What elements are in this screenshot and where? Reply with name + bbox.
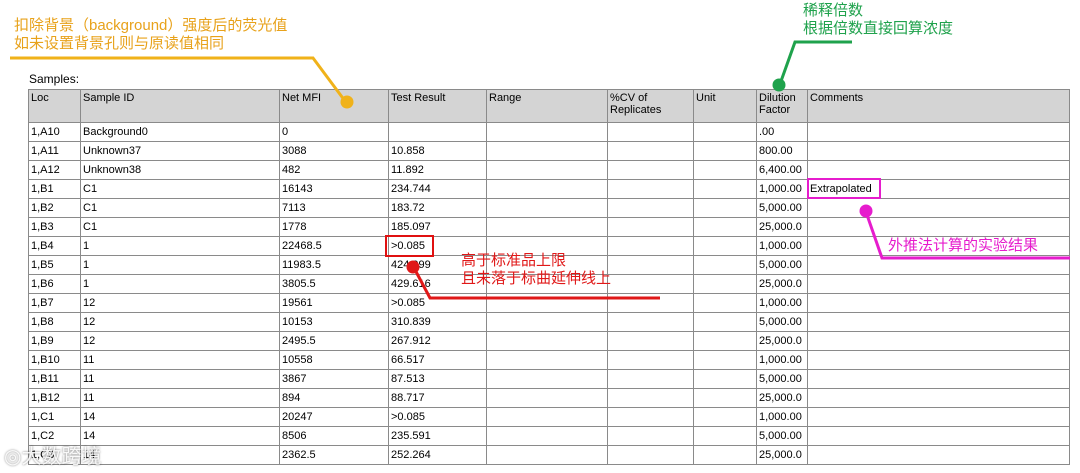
green-callout-dot — [772, 78, 786, 92]
watermark-icon: ◎ — [4, 444, 22, 468]
magenta-callout-dot — [859, 204, 873, 218]
yellow-callout-dot — [340, 95, 354, 109]
annotation-out-of-range: 高于标准品上限 且未落于标曲延伸线上 — [461, 252, 611, 288]
yellow-callout-line — [10, 56, 347, 102]
watermark-text: 大数跨境 — [21, 444, 102, 468]
red-callout-dot — [406, 260, 420, 274]
annotation-out-of-range-line2: 且未落于标曲延伸线上 — [461, 270, 612, 287]
annotation-extrapolated: 外推法计算的实验结果 — [888, 237, 1039, 254]
green-callout-line — [778, 40, 852, 85]
watermark-logo: ◎大数跨境 — [4, 440, 101, 469]
annotation-out-of-range-line1: 高于标准品上限 — [461, 252, 567, 269]
